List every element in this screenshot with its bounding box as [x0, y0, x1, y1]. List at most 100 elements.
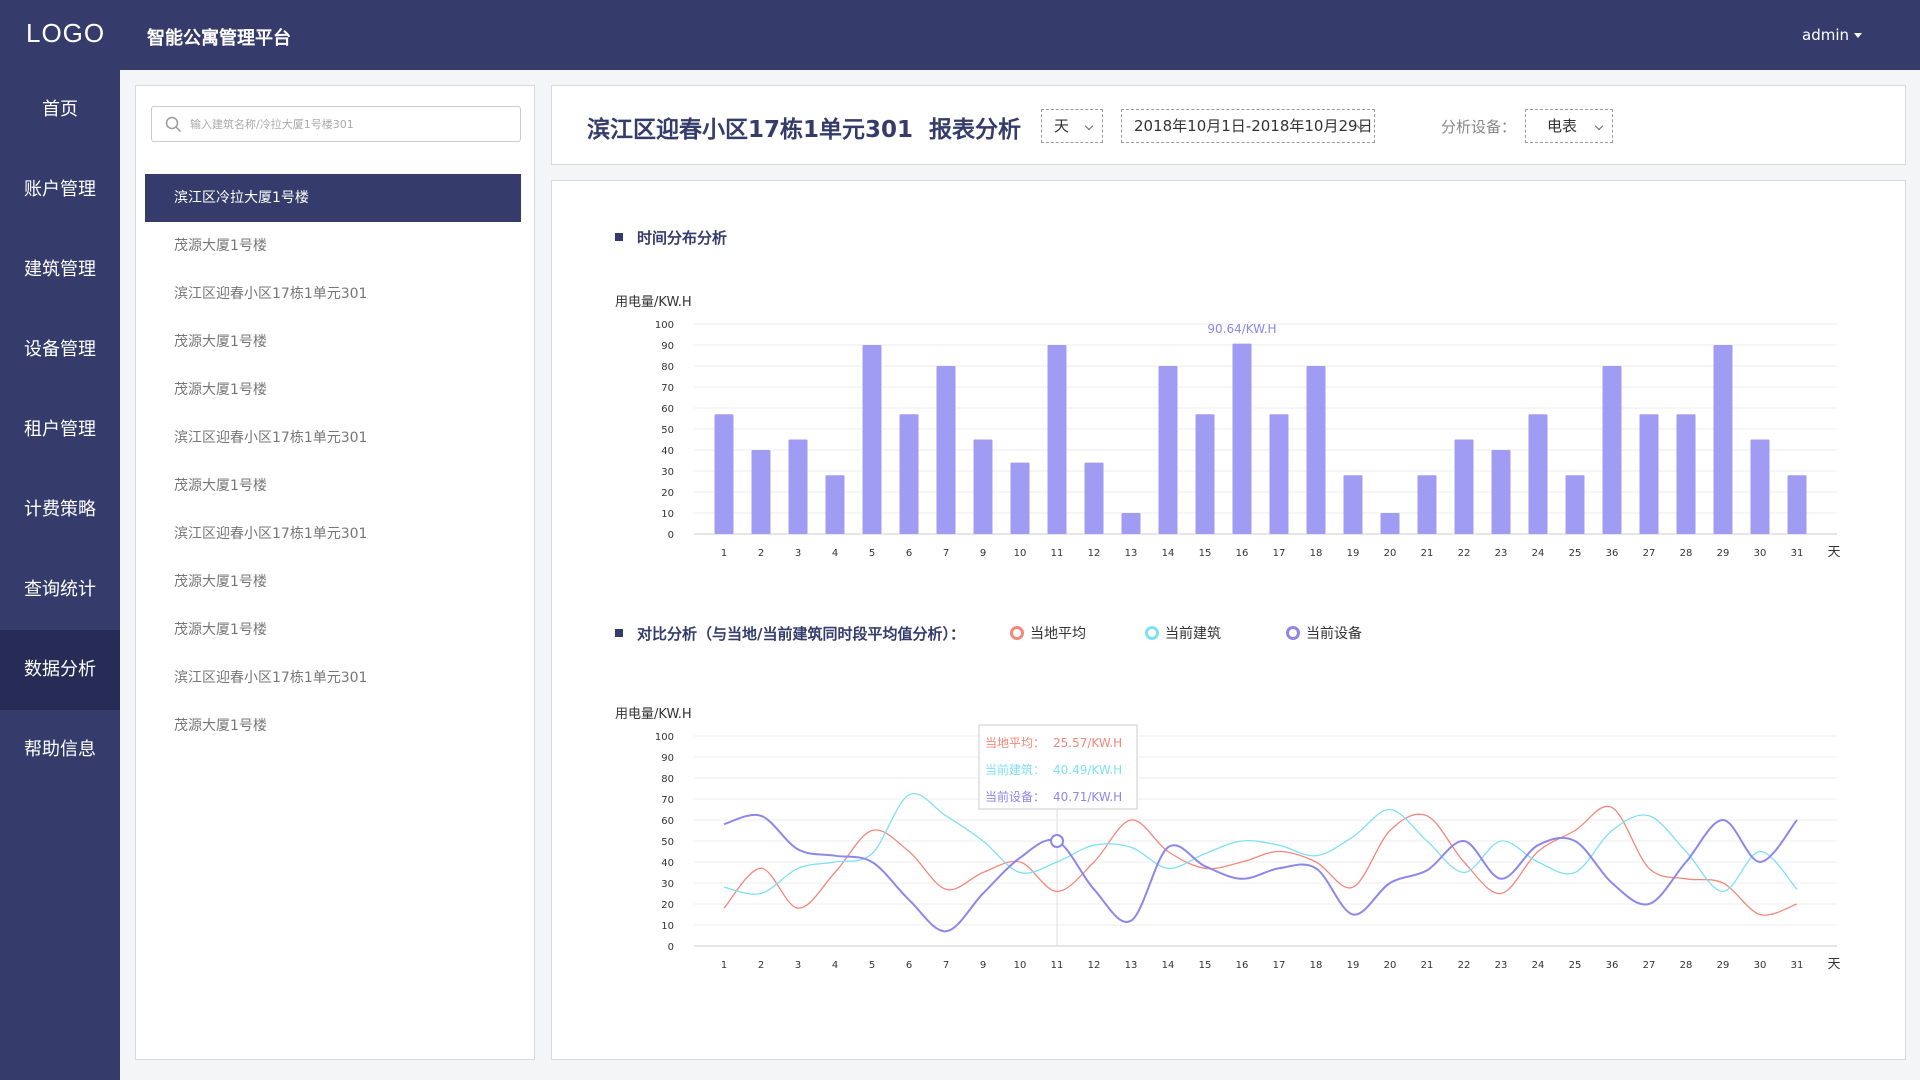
user-menu[interactable]: admin — [1802, 26, 1862, 44]
line-chart-x-tick-label: 4 — [832, 960, 838, 971]
bar-chart-x-tick-label: 36 — [1606, 548, 1619, 559]
bar-chart-y-tick-label: 60 — [661, 404, 674, 415]
nav-item-3[interactable]: 设备管理 — [0, 310, 120, 390]
bar — [1454, 439, 1474, 534]
bar-chart-x-tick-label: 2 — [758, 548, 764, 559]
building-list-item[interactable]: 茂源大厦1号楼 — [145, 366, 521, 414]
line-chart-x-tick-label: 29 — [1717, 960, 1730, 971]
bar — [1158, 366, 1178, 534]
legend-dot-icon — [1145, 626, 1159, 640]
building-list-item[interactable]: 滨江区迎春小区17栋1单元301 — [145, 654, 521, 702]
bar — [1047, 345, 1067, 534]
app-title: 智能公寓管理平台 — [147, 28, 291, 49]
nav-item-1[interactable]: 账户管理 — [0, 150, 120, 230]
line-chart-x-tick-label: 5 — [869, 960, 875, 971]
bar-chart-x-tick-label: 23 — [1495, 548, 1508, 559]
line-chart-x-tick-label: 20 — [1384, 960, 1397, 971]
bar-chart-y-tick-label: 80 — [661, 362, 674, 373]
bar — [1232, 343, 1252, 534]
line-chart-x-tick-label: 1 — [721, 960, 727, 971]
building-list-item[interactable]: 滨江区冷拉大厦1号楼 — [145, 174, 521, 222]
tooltip-label: 当地平均： — [985, 736, 1045, 750]
series-line-0 — [723, 805, 1798, 916]
bar — [714, 414, 734, 534]
nav-item-6[interactable]: 查询统计 — [0, 550, 120, 630]
sidebar: 首页 账户管理 建筑管理 设备管理 租户管理 计费策略 查询统计 数据分析 帮助信息 — [0, 70, 120, 1080]
building-list-item[interactable]: 滨江区迎春小区17栋1单元301 — [145, 414, 521, 462]
line-chart-x-tick-label: 23 — [1495, 960, 1508, 971]
legend-device[interactable]: 当前设备 — [1286, 623, 1362, 643]
bar-chart: 01020304050607080901001 2 3 4 5 6 7 9 10 11 12 13 14… — [655, 320, 1841, 560]
building-list-item[interactable]: 茂源大厦1号楼 — [145, 222, 521, 270]
building-list-item[interactable]: 茂源大厦1号楼 — [145, 318, 521, 366]
bar — [1750, 439, 1770, 534]
building-tree-panel: 滨江区冷拉大厦1号楼茂源大厦1号楼滨江区迎春小区17栋1单元301茂源大厦1号楼… — [135, 85, 535, 1060]
bar-chart-y-tick-label: 100 — [655, 320, 674, 331]
bar-chart-x-tick-label: 29 — [1717, 548, 1730, 559]
nav-item-7[interactable]: 数据分析 — [0, 630, 120, 710]
bar — [1084, 462, 1104, 534]
period-select[interactable]: 天 — [1041, 109, 1103, 143]
building-list-item[interactable]: 滨江区迎春小区17栋1单元301 — [145, 270, 521, 318]
line-chart-x-tick-label: 3 — [795, 960, 801, 971]
nav-item-2[interactable]: 建筑管理 — [0, 230, 120, 310]
user-name: admin — [1802, 26, 1849, 44]
line-chart-x-tick-label: 15 — [1199, 960, 1212, 971]
device-select[interactable]: 电表 — [1525, 109, 1613, 143]
line-chart-y-tick-label: 70 — [661, 795, 674, 806]
building-list-item[interactable]: 茂源大厦1号楼 — [145, 606, 521, 654]
bar-chart-x-tick-label: 15 — [1199, 548, 1212, 559]
bar-chart-title: 时间分布分析 — [637, 229, 728, 247]
bar — [862, 345, 882, 534]
caret-down-icon — [1854, 33, 1862, 38]
bar — [1565, 475, 1585, 534]
bar-chart-x-tick-label: 11 — [1051, 548, 1064, 559]
nav-item-8[interactable]: 帮助信息 — [0, 710, 120, 790]
building-list-item[interactable]: 滨江区迎春小区17栋1单元301 — [145, 510, 521, 558]
nav-item-4[interactable]: 租户管理 — [0, 390, 120, 470]
line-chart-x-tick-label: 19 — [1347, 960, 1360, 971]
nav-item-0[interactable]: 首页 — [0, 70, 120, 150]
legend-dot-icon — [1286, 626, 1300, 640]
legend-building[interactable]: 当前建筑 — [1145, 623, 1221, 643]
bar-chart-x-tick-label: 16 — [1236, 548, 1249, 559]
line-chart-x-tick-label: 16 — [1236, 960, 1249, 971]
bar-chart-x-tick-label: 3 — [795, 548, 801, 559]
line-chart-x-tick-label: 12 — [1088, 960, 1101, 971]
bar-chart-section-title: 时间分布分析 — [615, 227, 727, 248]
date-range-picker[interactable]: 2018年10月1日-2018年10月29日 — [1121, 109, 1375, 143]
bar-chart-x-tick-label: 4 — [832, 548, 838, 559]
legend-dot-icon — [1010, 626, 1024, 640]
line-chart-title: 对比分析（与当地/当前建筑同时段平均值分析）： — [637, 625, 965, 643]
line-chart-x-tick-label: 11 — [1051, 960, 1064, 971]
line-chart-ylabel: 用电量/KW.H — [615, 707, 692, 722]
line-chart-x-tick-label: 24 — [1532, 960, 1545, 971]
line-chart-x-tick-label: 30 — [1754, 960, 1767, 971]
bar — [1121, 513, 1141, 534]
line-chart-x-tick-label: 9 — [980, 960, 986, 971]
bar-chart-x-tick-label: 31 — [1791, 548, 1804, 559]
building-list-item[interactable]: 茂源大厦1号楼 — [145, 462, 521, 510]
bar-annotation: 90.64/KW.H — [1207, 322, 1276, 336]
search-box[interactable] — [151, 106, 521, 142]
line-chart-y-tick-label: 10 — [661, 921, 674, 932]
bar — [1380, 513, 1400, 534]
building-list: 滨江区冷拉大厦1号楼 茂源大厦1号楼 滨江区迎春小区17栋1单元301 茂源大厦1号楼… — [145, 174, 521, 750]
search-input[interactable] — [190, 113, 510, 135]
building-list-item[interactable]: 茂源大厦1号楼 — [145, 558, 521, 606]
line-chart-y-tick-label: 30 — [661, 879, 674, 890]
device-value: 电表 — [1547, 117, 1578, 135]
logo[interactable]: LOGO — [26, 18, 105, 49]
bar-chart-y-tick-label: 40 — [661, 446, 674, 457]
search-icon — [165, 116, 182, 133]
top-bar: LOGO 智能公寓管理平台 admin — [0, 0, 1920, 70]
legend-local-average[interactable]: 当地平均 — [1010, 623, 1086, 643]
tooltip-value: 25.57/KW.H — [1053, 736, 1122, 750]
period-value: 天 — [1054, 117, 1070, 135]
bar-chart-x-tick-label: 24 — [1532, 548, 1545, 559]
building-list-item[interactable]: 茂源大厦1号楼 — [145, 702, 521, 750]
bar — [936, 366, 956, 534]
line-chart-y-tick-label: 80 — [661, 774, 674, 785]
report-header: 滨江区迎春小区17栋1单元301 报表分析 天 2018年10月1日-2018年… — [551, 85, 1906, 165]
nav-item-5[interactable]: 计费策略 — [0, 470, 120, 550]
